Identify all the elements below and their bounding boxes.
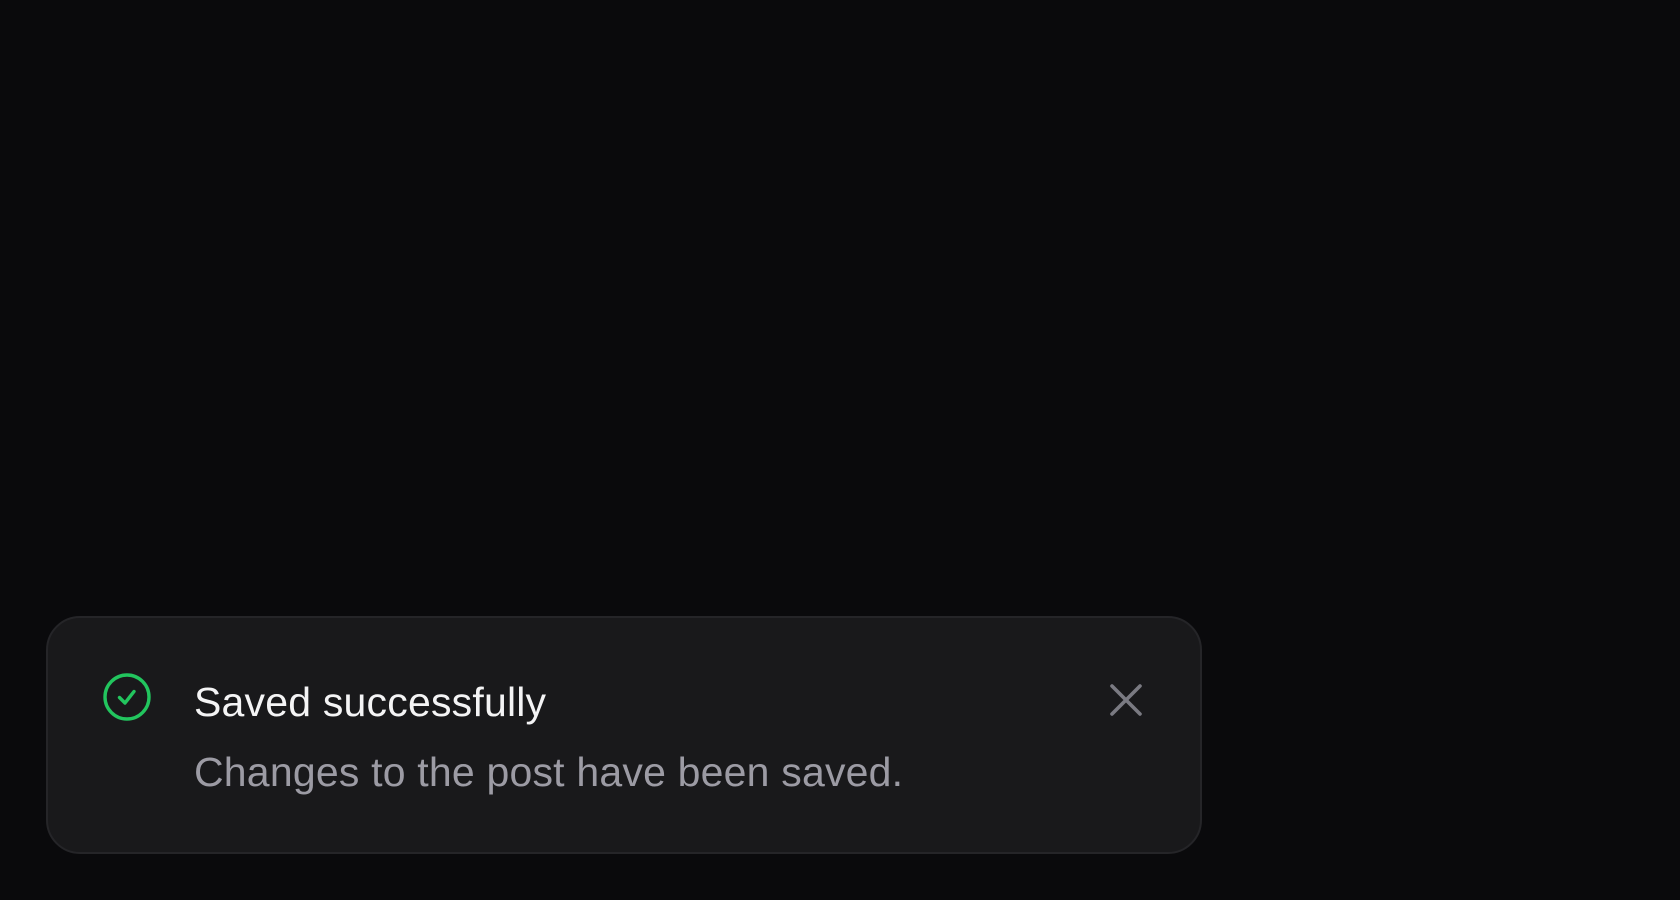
close-icon <box>1110 684 1142 716</box>
toast-notification: Saved successfully Changes to the post h… <box>46 616 1202 854</box>
toast-message: Changes to the post have been saved. <box>194 749 904 795</box>
check-circle-icon <box>102 672 152 722</box>
close-button[interactable] <box>1104 678 1148 722</box>
toast-title: Saved successfully <box>194 679 547 725</box>
